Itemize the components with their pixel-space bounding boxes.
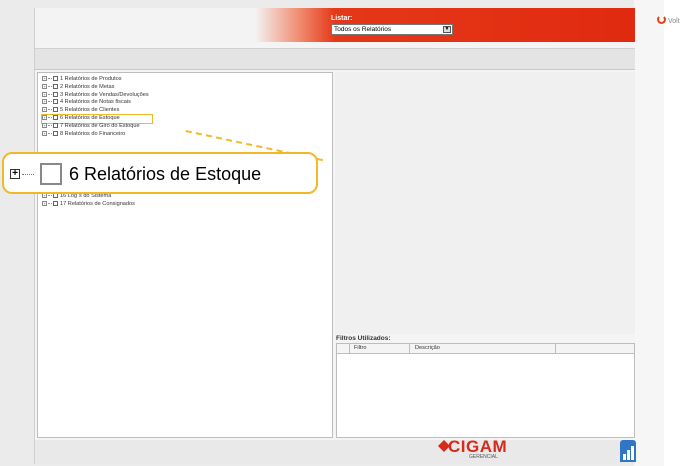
filters-title: Filtros Utilizados:	[336, 335, 391, 342]
toolbar	[35, 48, 635, 70]
expand-icon[interactable]: +	[42, 91, 47, 97]
item-checkbox[interactable]	[53, 122, 58, 128]
expand-icon[interactable]: +	[10, 169, 20, 179]
tree-item[interactable]: +6 Relatórios de Estoque	[41, 114, 153, 124]
chevron-down-icon[interactable]: ▼	[443, 26, 451, 33]
tree-item[interactable]: +16 Log´s do Sistema	[42, 193, 152, 201]
tree-connector	[48, 93, 52, 95]
tree-connector	[48, 202, 52, 204]
expand-icon[interactable]: +	[42, 200, 47, 206]
filters-col-filtro[interactable]: Filtro	[350, 344, 410, 353]
expand-icon[interactable]: +	[42, 130, 47, 136]
tree-item-label: 1 Relatórios de Produtos	[60, 76, 122, 82]
header-bar: Listar: Todos os Relatórios ▼	[35, 8, 635, 42]
filters-col-descricao[interactable]: Descrição	[411, 344, 556, 353]
tree-item[interactable]: +3 Relatórios de Vendas/Devoluções	[42, 92, 152, 100]
expand-icon[interactable]: +	[42, 83, 47, 89]
item-checkbox[interactable]	[53, 107, 58, 113]
item-checkbox[interactable]	[53, 76, 58, 82]
filters-header-blank	[337, 344, 350, 353]
tree-connector	[22, 174, 34, 175]
tree-item[interactable]: +2 Relatórios de Metas	[42, 84, 152, 92]
tree-item-label: 2 Relatórios de Metas	[60, 83, 115, 90]
listar-select[interactable]: Todos os Relatórios ▼	[331, 24, 453, 35]
tree-item[interactable]: +7 Relatórios de Giro do Estoque	[42, 123, 152, 131]
item-checkbox[interactable]	[53, 130, 58, 136]
tree-connector	[48, 194, 52, 196]
listar-label: Listar:	[331, 15, 353, 22]
tree-connector	[48, 85, 52, 87]
zoom-callout: + 6 Relatórios de Estoque	[2, 152, 318, 194]
tree-connector	[48, 78, 52, 80]
tree-item[interactable]: +1 Relatórios de Produtos	[42, 76, 152, 84]
item-checkbox[interactable]	[40, 163, 62, 185]
back-label[interactable]: Volt	[668, 18, 680, 25]
tree-connector	[48, 132, 52, 134]
callout-label: 6 Relatórios de Estoque	[69, 164, 262, 184]
tree-item[interactable]: +17 Relatórios de Consignados	[42, 201, 152, 209]
cigam-logo-sub: GERENCIAL	[469, 454, 498, 460]
item-checkbox[interactable]	[53, 200, 58, 206]
tree-item-label: 7 Relatórios de Giro do Estoque	[60, 122, 140, 129]
item-checkbox[interactable]	[53, 115, 58, 120]
item-checkbox[interactable]	[53, 83, 58, 89]
reports-window: Listar: Todos os Relatórios ▼ +1 Relatór…	[34, 8, 635, 464]
report-tree-panel: +1 Relatórios de Produtos +2 Relatórios d…	[37, 72, 333, 438]
tree-item[interactable]: +4 Relatórios de Notas fiscais	[42, 99, 152, 107]
tree-item-label: 8 Relatórios do Financeiro	[60, 130, 126, 137]
expand-icon[interactable]: +	[42, 107, 47, 113]
tree-item-label: 6 Relatórios de Estoque	[60, 114, 120, 121]
tree-item[interactable]: +5 Relatórios de Clientes	[42, 107, 152, 115]
tree-connector	[48, 101, 52, 103]
tree-item[interactable]: +8 Relatórios do Financeiro	[42, 131, 152, 139]
expand-icon[interactable]: +	[42, 76, 47, 82]
tree-connector	[48, 124, 52, 126]
filters-table: Filtro Descrição	[336, 343, 635, 438]
item-checkbox[interactable]	[53, 99, 58, 105]
tree-item-label: 4 Relatórios de Notas fiscais	[60, 99, 131, 106]
expand-icon[interactable]: +	[42, 99, 47, 105]
expand-icon[interactable]: +	[42, 115, 47, 120]
tree-item-label: 3 Relatórios de Vendas/Devoluções	[60, 91, 149, 98]
footer	[35, 440, 635, 464]
expand-icon[interactable]: +	[42, 122, 47, 128]
tree-item-label: 5 Relatórios de Clientes	[60, 107, 120, 114]
side-strip	[634, 0, 664, 466]
filters-header: Filtro Descrição	[337, 344, 634, 354]
back-arrow-icon[interactable]	[657, 15, 666, 24]
preview-area	[335, 72, 635, 334]
tree-item-label: 17 Relatórios de Consignados	[60, 200, 135, 207]
chart-bars-icon	[620, 440, 636, 462]
right-margin	[664, 0, 696, 466]
listar-value: Todos os Relatórios	[334, 26, 392, 33]
item-checkbox[interactable]	[53, 91, 58, 97]
tree-connector	[48, 109, 52, 111]
tree-connector	[48, 117, 52, 118]
